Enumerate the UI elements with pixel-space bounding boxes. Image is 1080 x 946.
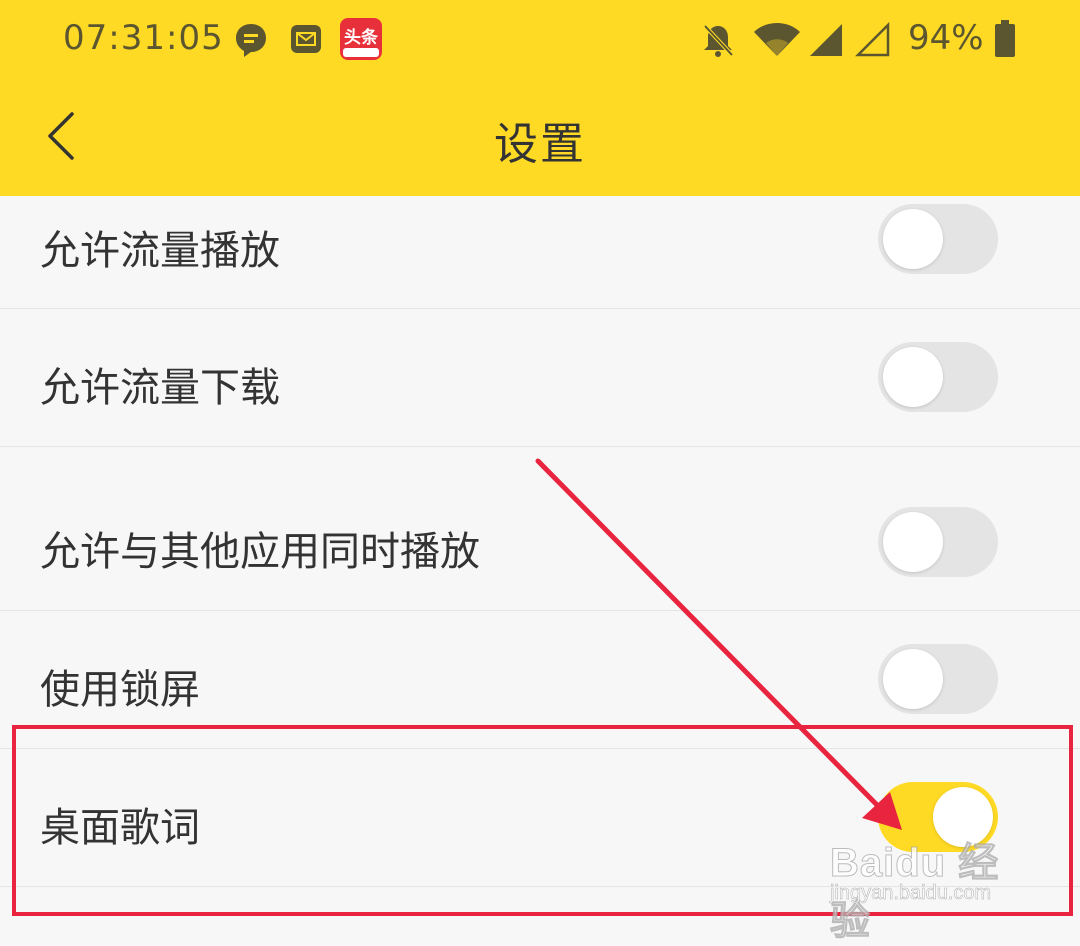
battery-percent: 94% <box>908 18 984 58</box>
chat-bubble-icon <box>234 22 268 62</box>
divider <box>0 886 1080 887</box>
cellular-playback-toggle[interactable] <box>878 204 998 274</box>
signal-empty-icon <box>854 21 891 62</box>
app-header: 07:31:05 头条 94% 设置 <box>0 0 1080 196</box>
setting-label: 桌面歌词 <box>40 805 200 851</box>
setting-label: 允许流量播放 <box>40 228 280 274</box>
battery-icon <box>994 20 1016 62</box>
setting-row-cellular-playback[interactable]: 允许流量播放 <box>0 196 1080 308</box>
setting-row-mix-with-others[interactable]: 允许与其他应用同时播放 <box>0 447 1080 610</box>
app-badge-label: 头条 <box>344 27 379 48</box>
toggle-knob <box>883 649 943 709</box>
status-time: 07:31:05 <box>63 18 224 58</box>
toggle-knob <box>883 512 943 572</box>
mail-icon <box>290 24 322 58</box>
setting-row-desktop-lyrics[interactable]: 桌面歌词 <box>0 749 1080 886</box>
setting-label: 使用锁屏 <box>40 667 200 713</box>
cellular-download-toggle[interactable] <box>878 342 998 412</box>
wifi-icon <box>752 22 802 62</box>
toutiao-app-icon: 头条 <box>340 18 382 64</box>
toggle-knob <box>883 347 943 407</box>
page-title: 设置 <box>494 119 586 170</box>
toggle-knob <box>883 209 943 269</box>
status-bar: 07:31:05 头条 94% <box>0 0 1080 80</box>
desktop-lyrics-toggle[interactable] <box>878 782 998 852</box>
signal-full-icon <box>808 22 844 62</box>
setting-label: 允许流量下载 <box>40 365 280 411</box>
setting-row-lock-screen[interactable]: 使用锁屏 <box>0 611 1080 748</box>
mix-with-others-toggle[interactable] <box>878 507 998 577</box>
toggle-knob <box>933 787 993 847</box>
setting-row-cellular-download[interactable]: 允许流量下载 <box>0 309 1080 446</box>
setting-label: 允许与其他应用同时播放 <box>40 529 480 575</box>
bell-off-icon <box>700 22 736 62</box>
lock-screen-toggle[interactable] <box>878 644 998 714</box>
